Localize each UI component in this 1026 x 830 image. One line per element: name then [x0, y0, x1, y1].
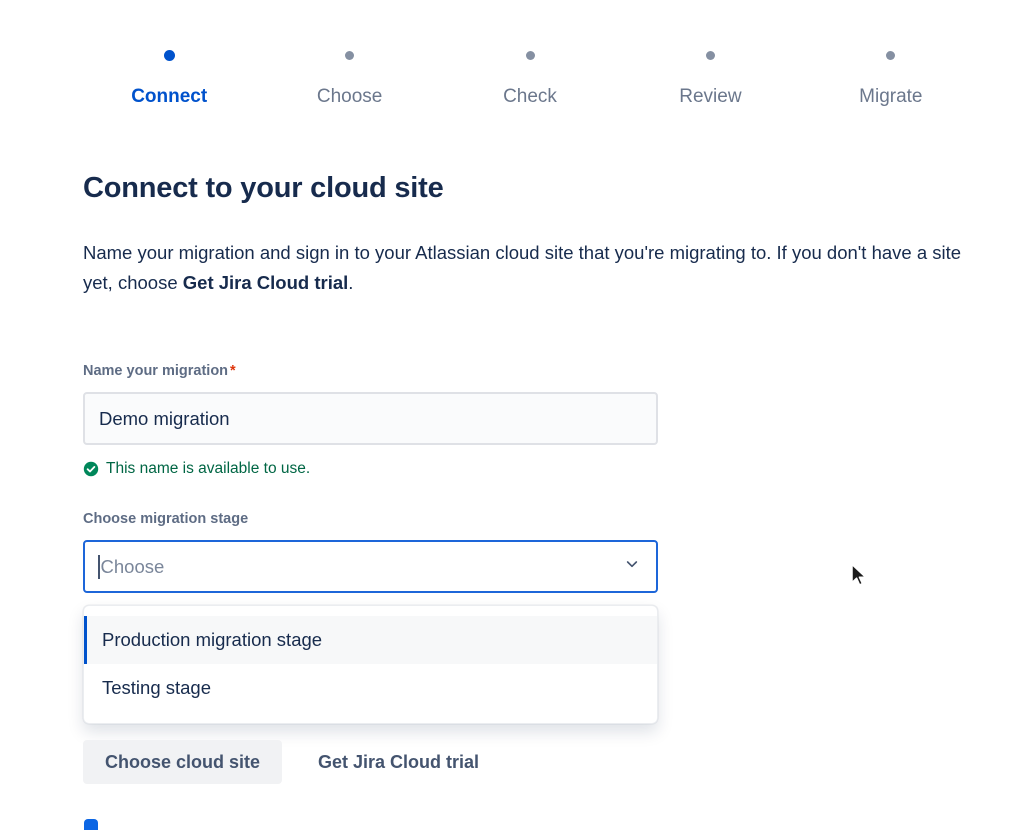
stepper: Connect Choose Check Review Migrate	[79, 50, 981, 108]
select-placeholder: Choose	[101, 556, 625, 578]
description-period: .	[348, 272, 353, 293]
step-label-check: Check	[503, 86, 557, 108]
stepper-step-connect: Connect	[79, 50, 259, 108]
chevron-down-icon	[624, 556, 640, 577]
migration-name-label: Name your migration*	[83, 363, 236, 379]
migration-stage-select[interactable]: Choose	[83, 540, 658, 593]
page-title: Connect to your cloud site	[83, 172, 444, 205]
menu-option-testing[interactable]: Testing stage	[84, 664, 657, 712]
name-availability-text: This name is available to use.	[106, 460, 310, 478]
description-bold-text: Get Jira Cloud trial	[183, 272, 349, 293]
step-label-connect: Connect	[131, 86, 207, 108]
step-dot-connect	[164, 50, 175, 61]
migration-stage-menu: Production migration stage Testing stage	[83, 605, 658, 724]
choose-cloud-site-button[interactable]: Choose cloud site	[83, 740, 282, 784]
step-dot-review	[706, 51, 715, 60]
step-label-review: Review	[679, 86, 741, 108]
step-dot-migrate	[886, 51, 895, 60]
step-label-migrate: Migrate	[859, 86, 922, 108]
stepper-step-choose: Choose	[259, 50, 439, 108]
mouse-cursor-icon	[846, 562, 870, 594]
text-caret	[98, 555, 100, 579]
migration-name-input[interactable]	[83, 392, 658, 445]
migration-wizard-screen: Connect Choose Check Review Migrate Conn…	[0, 0, 1026, 830]
stepper-step-migrate: Migrate	[801, 50, 981, 108]
stepper-step-check: Check	[440, 50, 620, 108]
next-button-partial[interactable]	[84, 819, 98, 830]
step-dot-choose	[345, 51, 354, 60]
name-availability-message: This name is available to use.	[83, 459, 310, 479]
step-label-choose: Choose	[317, 86, 383, 108]
migration-stage-label: Choose migration stage	[83, 511, 248, 527]
menu-option-production[interactable]: Production migration stage	[84, 616, 657, 664]
check-circle-icon	[83, 461, 99, 477]
required-asterisk: *	[230, 363, 236, 379]
stepper-step-review: Review	[620, 50, 800, 108]
page-description: Name your migration and sign in to your …	[83, 238, 968, 298]
get-jira-cloud-trial-button[interactable]: Get Jira Cloud trial	[318, 740, 479, 784]
step-dot-check	[526, 51, 535, 60]
